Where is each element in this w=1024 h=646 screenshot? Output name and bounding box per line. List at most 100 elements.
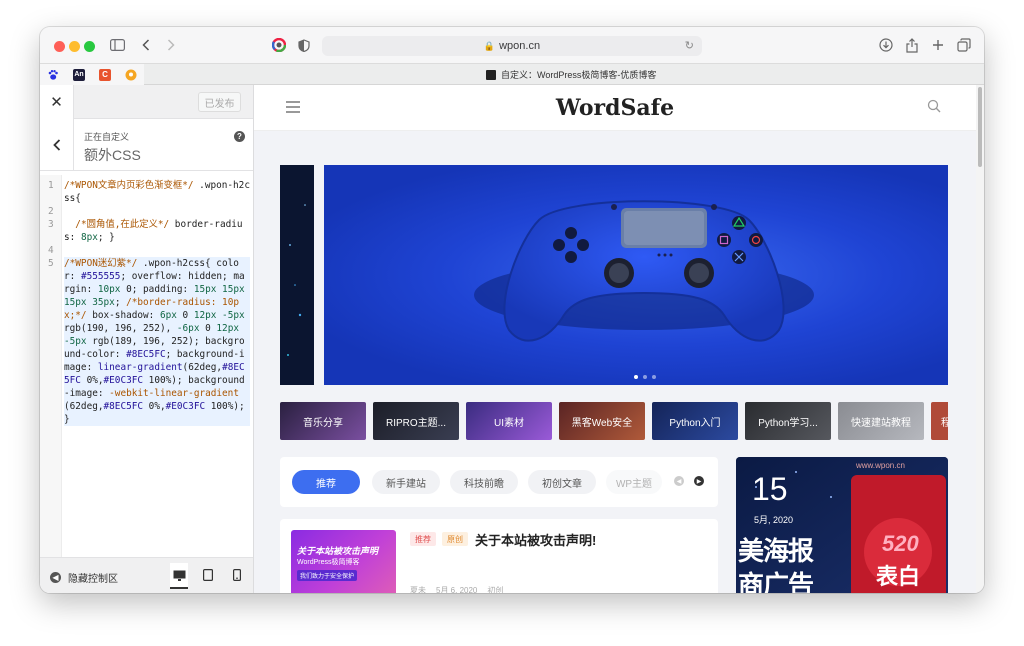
slider-dot[interactable] (634, 375, 638, 379)
close-customizer-button[interactable]: ✕ (40, 85, 74, 119)
site-preview: WordSafe 音乐分享 RIPRO主题... UI素材 黑客Web安全 Py… (254, 85, 984, 593)
line-number: 3 (48, 219, 54, 230)
code-line: 4 (40, 244, 253, 257)
category-card[interactable]: 快速建站教程 (838, 402, 924, 440)
help-icon[interactable]: ? (234, 131, 245, 142)
category-card[interactable]: RIPRO主题... (373, 402, 459, 440)
pinned-tab-pin[interactable] (118, 64, 144, 85)
tab-favicon-icon (486, 69, 496, 80)
downloads-icon[interactable] (876, 35, 896, 55)
new-tab-icon[interactable] (928, 35, 948, 55)
post-meta: 夏未 5月 6, 2020 初创 (410, 585, 503, 593)
slider-dot[interactable] (652, 375, 656, 379)
hero-slider[interactable] (280, 165, 948, 385)
customizer-header: ✕ 已发布 (40, 85, 253, 119)
lock-icon: 🔒 (483, 40, 496, 51)
share-icon[interactable] (902, 35, 922, 55)
tab-wp-theme[interactable]: WP主题 (606, 470, 662, 494)
minimize-window-button[interactable] (69, 41, 80, 52)
tab-title: 自定义：WordPress极简博客-优质博客 (501, 70, 657, 80)
baidu-paw-icon (47, 69, 59, 81)
location-pin-icon (125, 69, 137, 81)
tab-recommended[interactable]: 推荐 (292, 470, 360, 494)
back-icon[interactable] (136, 35, 156, 55)
post-category[interactable]: 初创 (487, 585, 503, 593)
c-logo-icon: C (99, 68, 111, 81)
category-card[interactable]: Python学习... (745, 402, 831, 440)
category-card[interactable]: UI素材 (466, 402, 552, 440)
code-text: /*WPON文章内页彩色渐变框*/ .wpon-h2css{ (64, 180, 250, 204)
category-card[interactable]: 音乐分享 (280, 402, 366, 440)
previous-slide[interactable] (280, 165, 314, 385)
pinned-tab-an[interactable]: An (66, 64, 92, 85)
customizer-panel: ✕ 已发布 正在自定义 额外CSS ? 1 /*WPON文章内页彩色渐变框*/ … (40, 85, 254, 593)
category-card[interactable]: 程 (931, 402, 948, 440)
slider-dots (634, 375, 656, 379)
browser-window: 🔒 wpon.cn ↻ An C 自定义：WordPress极简博客-优质博客 … (40, 27, 984, 593)
date-month: 5月, 2020 (754, 515, 794, 525)
tab-original[interactable]: 初创文章 (528, 470, 596, 494)
site-logo[interactable]: WordSafe (254, 95, 976, 121)
watermark: www.wpon.cn (856, 461, 905, 470)
featured-date-card[interactable]: 15 5月, 2020 www.wpon.cn 美海报 商广告 520 表白 (736, 457, 948, 593)
collapse-icon: ◀ (50, 572, 61, 583)
post-thumbnail[interactable]: 关于本站被攻击声明 WordPress极简博客 我们致力于安全保护 (291, 530, 396, 593)
active-tab[interactable]: 自定义：WordPress极简博客-优质博客 (486, 68, 656, 81)
section-header: 正在自定义 额外CSS ? (40, 119, 253, 171)
pinned-tab-c[interactable]: C (92, 64, 118, 85)
slide-gamepad-image[interactable] (324, 165, 948, 385)
slider-dot[interactable] (643, 375, 647, 379)
hide-controls-label: 隐藏控制区 (68, 574, 118, 585)
line-number: 5 (48, 258, 54, 269)
css-code-editor[interactable]: 1 /*WPON文章内页彩色渐变框*/ .wpon-h2css{ 2 3 /*圆… (40, 175, 253, 557)
badge-original[interactable]: 原创 (442, 532, 468, 546)
post-date: 5月 6, 2020 (436, 586, 478, 593)
close-window-button[interactable] (54, 41, 65, 52)
back-button[interactable] (40, 119, 74, 171)
post-card[interactable]: 关于本站被攻击声明 WordPress极简博客 我们致力于安全保护 推荐 原创 … (280, 519, 718, 593)
desktop-preview-button[interactable] (170, 563, 188, 589)
customizer-footer: ◀ 隐藏控制区 (40, 557, 253, 593)
extension-color-icon[interactable] (269, 35, 289, 55)
forward-icon[interactable] (161, 35, 181, 55)
tabs-next-icon[interactable]: ▶ (694, 476, 704, 486)
site-header: WordSafe (254, 85, 976, 131)
pinned-tab-baidu[interactable] (40, 64, 66, 85)
post-title[interactable]: 关于本站被攻击声明! (475, 530, 596, 549)
publish-button[interactable]: 已发布 (198, 92, 241, 112)
category-strip: 音乐分享 RIPRO主题... UI素材 黑客Web安全 Python入门 Py… (280, 402, 948, 440)
pinned-tabs: An C (40, 64, 144, 85)
tab-tech[interactable]: 科技前瞻 (450, 470, 518, 494)
code-line: 3 /*圆角值,在此定义*/ border-radius: 8px; } (40, 218, 253, 244)
preview-scrollbar[interactable] (976, 85, 984, 593)
line-number: 4 (48, 245, 54, 256)
customizing-label: 正在自定义 (84, 132, 130, 142)
tabs-prev-icon[interactable]: ◀ (674, 476, 684, 486)
tablet-preview-button[interactable] (199, 568, 217, 582)
date-day: 15 (752, 471, 788, 507)
thumb-tag: 我们致力于安全保护 (297, 570, 358, 581)
reload-icon[interactable]: ↻ (685, 39, 694, 52)
hide-controls-button[interactable]: ◀ 隐藏控制区 (50, 570, 118, 585)
zoom-window-button[interactable] (84, 41, 95, 52)
address-bar[interactable]: 🔒 wpon.cn ↻ (322, 36, 702, 56)
thumb-subtitle: WordPress极简博客 (297, 559, 360, 566)
sidebar-toggle-icon[interactable] (107, 35, 127, 55)
poster-text-2: 商广告 (738, 570, 814, 593)
mobile-preview-button[interactable] (228, 568, 246, 582)
search-icon[interactable] (927, 99, 941, 113)
thumb-title: 关于本站被攻击声明 (297, 546, 379, 556)
tab-bar: An C 自定义：WordPress极简博客-优质博客 (40, 63, 984, 85)
poster-love: 表白 (876, 564, 921, 589)
code-text: /*圆角值,在此定义*/ border-radius: 8px; } (64, 219, 243, 243)
category-card[interactable]: Python入门 (652, 402, 738, 440)
badge-recommended[interactable]: 推荐 (410, 532, 436, 546)
line-number: 1 (48, 180, 54, 191)
code-line: 2 (40, 205, 253, 218)
post-author[interactable]: 夏未 (410, 585, 426, 593)
line-number: 2 (48, 206, 54, 217)
category-card[interactable]: 黑客Web安全 (559, 402, 645, 440)
privacy-shield-icon[interactable] (294, 35, 314, 55)
tab-beginner[interactable]: 新手建站 (372, 470, 440, 494)
tab-overview-icon[interactable] (954, 35, 974, 55)
